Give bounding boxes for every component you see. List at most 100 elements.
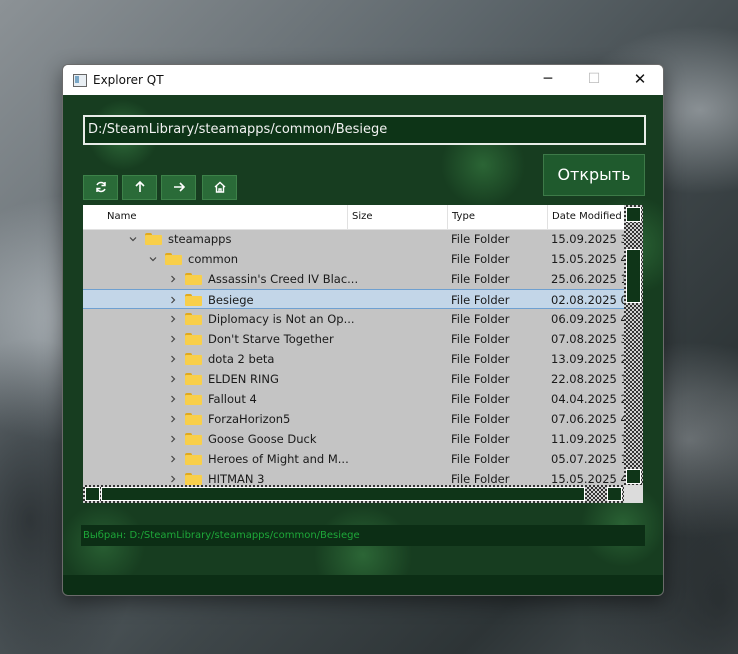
horizontal-scrollbar[interactable]	[83, 485, 624, 503]
row-name: Don't Starve Together	[208, 332, 334, 346]
tree-row[interactable]: dota 2 beta File Folder 13.09.2025 2:1	[83, 349, 624, 369]
row-date: 13.09.2025 2:1	[551, 352, 624, 366]
row-type: File Folder	[451, 432, 510, 446]
row-name: Besiege	[208, 293, 254, 307]
scroll-right-button[interactable]	[607, 487, 622, 501]
tree-row[interactable]: Don't Starve Together File Folder 07.08.20…	[83, 329, 624, 349]
chevron-right-icon[interactable]	[168, 474, 178, 484]
path-input[interactable]: D:/SteamLibrary/steamapps/common/Besiege	[83, 115, 646, 145]
tree-row[interactable]: steamapps File Folder 15.09.2025 3:22	[83, 229, 624, 249]
horizontal-scroll-thumb[interactable]	[101, 487, 585, 501]
window-title: Explorer QT	[93, 73, 164, 87]
row-type: File Folder	[451, 232, 510, 246]
chevron-right-icon[interactable]	[168, 354, 178, 364]
folder-icon	[185, 313, 202, 325]
folder-icon	[185, 393, 202, 405]
open-button[interactable]: Открыть	[543, 154, 645, 196]
vertical-scroll-thumb[interactable]	[626, 249, 641, 303]
status-label: Выбран: D:/SteamLibrary/steamapps/common…	[81, 525, 645, 546]
row-name: Fallout 4	[208, 392, 257, 406]
arrow-up-icon	[134, 180, 145, 192]
chevron-right-icon[interactable]	[168, 454, 178, 464]
maximize-button[interactable]: ☐	[571, 65, 617, 95]
folder-icon	[185, 453, 202, 465]
chevron-right-icon[interactable]	[168, 434, 178, 444]
row-type: File Folder	[451, 452, 510, 466]
folder-icon	[185, 413, 202, 425]
tree-row[interactable]: Besiege File Folder 02.08.2025 0:08	[83, 289, 624, 309]
chevron-down-icon[interactable]	[128, 234, 138, 244]
row-type: File Folder	[451, 293, 510, 307]
scroll-left-button[interactable]	[85, 487, 100, 501]
folder-icon	[185, 273, 202, 285]
tree-header: Name Size Type Date Modified	[83, 205, 624, 230]
folder-icon	[185, 473, 202, 485]
folder-icon	[185, 433, 202, 445]
row-date: 22.08.2025 14:	[551, 372, 624, 386]
chevron-right-icon[interactable]	[168, 374, 178, 384]
title-bar[interactable]: Explorer QT ─ ☐ ✕	[63, 65, 663, 95]
tree-row[interactable]: Fallout 4 File Folder 04.04.2025 20:	[83, 389, 624, 409]
folder-icon	[185, 373, 202, 385]
scroll-up-button[interactable]	[626, 207, 641, 222]
row-date: 11.09.2025 15:	[551, 432, 624, 446]
row-name: Goose Goose Duck	[208, 432, 317, 446]
row-type: File Folder	[451, 332, 510, 346]
folder-icon	[185, 353, 202, 365]
arrow-right-icon	[173, 182, 185, 192]
tree-row[interactable]: Goose Goose Duck File Folder 11.09.2025 15…	[83, 429, 624, 449]
row-date: 04.04.2025 20:	[551, 392, 624, 406]
chevron-right-icon[interactable]	[168, 394, 178, 404]
tree-row[interactable]: Assassin's Creed IV Blac... File Folder 25…	[83, 269, 624, 289]
column-header-date[interactable]: Date Modified	[548, 205, 624, 229]
refresh-button[interactable]	[83, 175, 118, 200]
app-window: Explorer QT ─ ☐ ✕ D:/SteamLibrary/steama…	[62, 64, 664, 596]
row-name: ForzaHorizon5	[208, 412, 291, 426]
row-type: File Folder	[451, 412, 510, 426]
tree-row[interactable]: HITMAN 3 File Folder 15.05.2025 4:3	[83, 469, 624, 485]
bottom-panel	[63, 575, 663, 595]
row-type: File Folder	[451, 252, 510, 266]
column-header-type[interactable]: Type	[448, 205, 548, 229]
refresh-icon	[95, 181, 106, 193]
chevron-right-icon[interactable]	[168, 334, 178, 344]
row-date: 07.06.2025 4:5	[551, 412, 624, 426]
tree-row[interactable]: ForzaHorizon5 File Folder 07.06.2025 4:5	[83, 409, 624, 429]
row-date: 25.06.2025 16:4	[551, 272, 624, 286]
column-header-size[interactable]: Size	[348, 205, 448, 229]
row-date: 15.09.2025 3:22	[551, 232, 624, 246]
row-type: File Folder	[451, 392, 510, 406]
row-type: File Folder	[451, 372, 510, 386]
row-type: File Folder	[451, 352, 510, 366]
row-name: Assassin's Creed IV Blac...	[208, 272, 359, 286]
clover-background: D:/SteamLibrary/steamapps/common/Besiege…	[63, 95, 663, 595]
row-date: 07.08.2025 3:3	[551, 332, 624, 346]
column-header-name[interactable]: Name	[83, 205, 348, 229]
chevron-right-icon[interactable]	[168, 414, 178, 424]
row-date: 02.08.2025 0:08	[551, 293, 624, 307]
row-name: ELDEN RING	[208, 372, 279, 386]
close-button[interactable]: ✕	[617, 65, 663, 95]
vertical-scrollbar[interactable]	[624, 205, 643, 485]
scroll-corner	[624, 485, 643, 503]
folder-icon	[185, 333, 202, 345]
row-name: Heroes of Might and M...	[208, 452, 349, 466]
tree-row[interactable]: common File Folder 15.05.2025 4:32	[83, 249, 624, 269]
tree-row[interactable]: ELDEN RING File Folder 22.08.2025 14:	[83, 369, 624, 389]
chevron-right-icon[interactable]	[168, 274, 178, 284]
home-button[interactable]	[202, 175, 237, 200]
chevron-down-icon[interactable]	[148, 254, 158, 264]
row-name: HITMAN 3	[208, 472, 265, 485]
chevron-right-icon[interactable]	[168, 314, 178, 324]
app-icon	[73, 74, 87, 87]
tree-row[interactable]: Diplomacy is Not an Op... File Folder 06.0…	[83, 309, 624, 329]
chevron-right-icon[interactable]	[168, 295, 178, 305]
row-date: 15.05.2025 4:32	[551, 252, 624, 266]
up-button[interactable]	[122, 175, 157, 200]
minimize-button[interactable]: ─	[525, 65, 571, 95]
file-tree[interactable]: Name Size Type Date Modified steamapps Fi…	[83, 205, 643, 503]
scroll-down-button[interactable]	[626, 469, 641, 484]
tree-rows: steamapps File Folder 15.09.2025 3:22 commo…	[83, 229, 624, 485]
tree-row[interactable]: Heroes of Might and M... File Folder 05.07…	[83, 449, 624, 469]
forward-button[interactable]	[161, 175, 196, 200]
